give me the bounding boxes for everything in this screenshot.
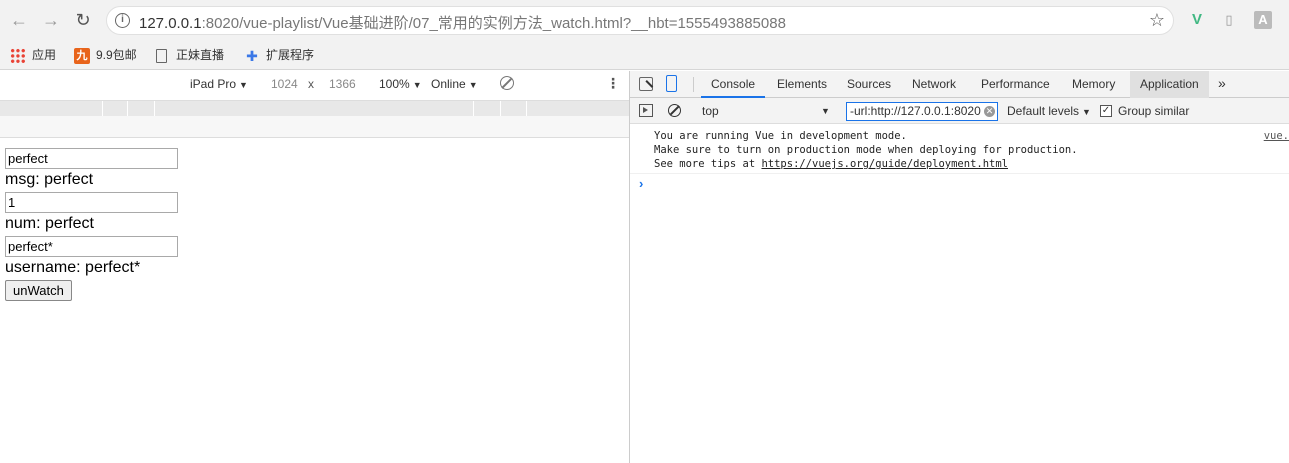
media-query-segment[interactable] bbox=[500, 101, 501, 116]
network-throttle-select[interactable]: Online ▼ bbox=[431, 77, 478, 91]
bookmark-extensions[interactable]: ✚ 扩展程序 bbox=[244, 46, 314, 64]
dimension-separator: x bbox=[308, 77, 314, 91]
msg-input[interactable]: perfect bbox=[5, 148, 178, 169]
bookmark-label: 9.9包邮 bbox=[96, 48, 137, 62]
caret-down-icon: ▼ bbox=[1082, 107, 1091, 117]
device-emulation-pane: iPad Pro ▼ 1024 x 1366 100% ▼ Online ▼ ⋮ pe… bbox=[0, 71, 629, 463]
msg-text: msg: perfect bbox=[5, 171, 94, 188]
more-options-icon[interactable]: ⋮ bbox=[606, 75, 620, 92]
divider bbox=[693, 77, 694, 92]
zoom-select[interactable]: 100% ▼ bbox=[379, 77, 422, 91]
devtools-panel: Console Elements Sources Network Perform… bbox=[630, 71, 1289, 463]
ruler bbox=[0, 116, 629, 138]
puzzle-icon: ✚ bbox=[246, 47, 258, 64]
rotate-icon[interactable] bbox=[500, 76, 514, 90]
console-sidebar-icon[interactable] bbox=[639, 104, 653, 117]
bookmark-label: 正妹直播 bbox=[176, 48, 225, 62]
device-toolbar-toggle-icon[interactable] bbox=[666, 75, 677, 92]
back-icon[interactable]: ← bbox=[8, 9, 30, 31]
address-bar[interactable]: i 127.0.0.1:8020/vue-playlist/Vue基础进阶/07… bbox=[106, 6, 1174, 35]
media-query-segment[interactable] bbox=[473, 101, 474, 116]
tab-sources[interactable]: Sources bbox=[837, 71, 901, 98]
apps-grid-icon bbox=[10, 47, 26, 64]
log-levels-select[interactable]: Default levels ▼ bbox=[1007, 102, 1091, 121]
info-icon[interactable]: i bbox=[115, 13, 130, 28]
console-message: You are running Vue in development mode.… bbox=[630, 128, 1289, 174]
media-query-segment[interactable] bbox=[526, 101, 527, 116]
num-input[interactable]: 1 bbox=[5, 192, 178, 213]
tab-elements[interactable]: Elements bbox=[767, 71, 837, 98]
tab-network[interactable]: Network bbox=[902, 71, 966, 98]
zoom-value: 100% bbox=[379, 77, 410, 91]
tab-memory[interactable]: Memory bbox=[1062, 71, 1125, 98]
reload-icon[interactable]: ↻ bbox=[72, 9, 94, 31]
num-text: num: perfect bbox=[5, 215, 94, 232]
extension-a-icon[interactable]: A bbox=[1254, 11, 1272, 29]
page-icon bbox=[156, 48, 167, 63]
media-query-segment[interactable] bbox=[102, 101, 103, 116]
caret-down-icon: ▼ bbox=[239, 80, 248, 90]
console-filter-input[interactable]: -url:http://127.0.0.1:8020 bbox=[846, 102, 998, 121]
group-similar-checkbox[interactable]: ✓ bbox=[1100, 105, 1112, 117]
group-similar-label: Group similar bbox=[1118, 104, 1190, 118]
media-query-segment[interactable] bbox=[127, 101, 128, 116]
vue-devtools-extension-icon[interactable]: V bbox=[1188, 11, 1206, 29]
log-line: Make sure to turn on production mode whe… bbox=[654, 144, 1078, 156]
bookmark-apps[interactable]: 应用 bbox=[10, 46, 56, 64]
bookmark-live[interactable]: 正妹直播 bbox=[156, 46, 224, 64]
tab-console[interactable]: Console bbox=[701, 71, 766, 98]
url-host: 127.0.0.1 bbox=[139, 15, 202, 32]
device-height-input[interactable]: 1366 bbox=[329, 77, 356, 91]
inspect-element-icon[interactable] bbox=[639, 77, 653, 91]
url-text[interactable]: 127.0.0.1:8020/vue-playlist/Vue基础进阶/07_常… bbox=[139, 12, 786, 33]
console-prompt-icon[interactable]: › bbox=[639, 176, 643, 191]
log-text: See more tips at bbox=[654, 158, 762, 170]
console-toolbar: top ▼ -url:http://127.0.0.1:8020 ✕ Defau… bbox=[630, 98, 1289, 124]
tab-application[interactable]: Application bbox=[1130, 71, 1209, 98]
extension-box-icon[interactable]: ▯ bbox=[1220, 11, 1238, 29]
username-text: username: perfect* bbox=[5, 259, 141, 276]
network-value: Online bbox=[431, 77, 466, 91]
bookmark-label: 扩展程序 bbox=[266, 48, 315, 62]
device-toolbar: iPad Pro ▼ 1024 x 1366 100% ▼ Online ▼ ⋮ bbox=[0, 71, 629, 99]
clear-filter-icon[interactable]: ✕ bbox=[984, 106, 995, 117]
log-line: See more tips at https://vuejs.org/guide… bbox=[654, 158, 1008, 170]
console-output: You are running Vue in development mode.… bbox=[630, 124, 1289, 463]
log-source-link[interactable]: vue. bbox=[1264, 130, 1289, 142]
device-width-input[interactable]: 1024 bbox=[271, 77, 298, 91]
username-input[interactable]: perfect* bbox=[5, 236, 178, 257]
bookmark-99[interactable]: 九 9.9包邮 bbox=[74, 46, 137, 64]
bookmark-label: 应用 bbox=[32, 48, 57, 62]
device-name: iPad Pro bbox=[190, 77, 237, 91]
caret-down-icon: ▼ bbox=[412, 80, 422, 90]
context-select[interactable]: top bbox=[696, 102, 836, 120]
clear-console-icon[interactable] bbox=[668, 104, 681, 117]
media-query-bar[interactable] bbox=[0, 100, 629, 116]
devtools-tabbar: Console Elements Sources Network Perform… bbox=[630, 71, 1289, 98]
url-path: :8020/vue-playlist/Vue基础进阶/07_常用的实例方法_wa… bbox=[201, 15, 786, 32]
media-query-segment[interactable] bbox=[154, 101, 155, 116]
caret-down-icon: ▼ bbox=[468, 80, 478, 90]
device-select[interactable]: iPad Pro ▼ bbox=[190, 77, 248, 91]
levels-value: Default levels bbox=[1007, 104, 1080, 118]
tab-performance[interactable]: Performance bbox=[971, 71, 1060, 98]
unwatch-button[interactable]: unWatch bbox=[5, 280, 72, 301]
log-line: You are running Vue in development mode. bbox=[654, 130, 907, 142]
caret-down-icon[interactable]: ▼ bbox=[821, 102, 830, 120]
more-tabs-icon[interactable]: » bbox=[1218, 75, 1226, 91]
bookmarks-bar: 应用 九 9.9包邮 正妹直播 ✚ 扩展程序 bbox=[0, 40, 1289, 70]
deployment-link[interactable]: https://vuejs.org/guide/deployment.html bbox=[761, 158, 1008, 170]
forward-icon[interactable]: → bbox=[40, 9, 62, 31]
bookmark-star-icon[interactable]: ☆ bbox=[1149, 10, 1165, 31]
page-viewport: perfect msg: perfect 1 num: perfect perf… bbox=[0, 138, 629, 463]
jiu-logo-icon: 九 bbox=[74, 47, 90, 64]
browser-toolbar: ← → ↻ i 127.0.0.1:8020/vue-playlist/Vue基… bbox=[0, 0, 1289, 40]
